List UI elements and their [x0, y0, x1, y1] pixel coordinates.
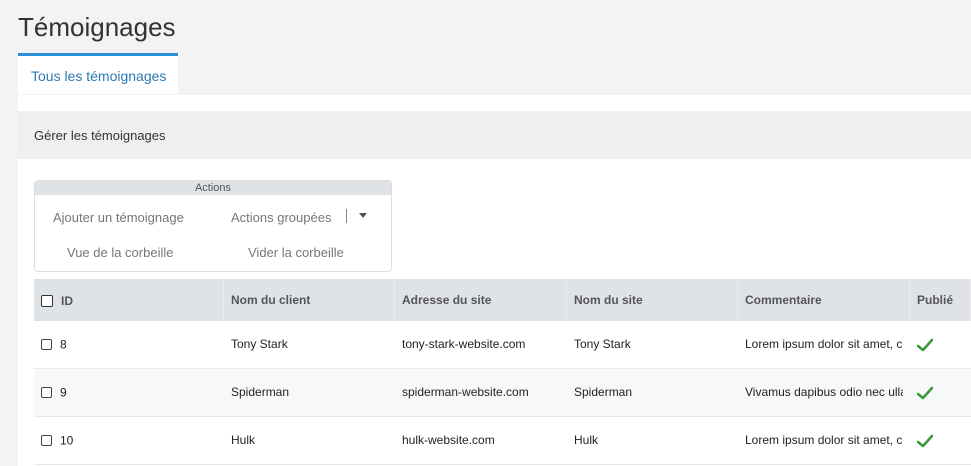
testimonials-table: ID Nom du client Adresse du site Nom du …	[34, 279, 971, 465]
comment-cell: Lorem ipsum dolor sit amet, co	[745, 433, 903, 447]
caret-down-icon[interactable]	[359, 213, 367, 218]
main-panel: Gérer les témoignages Actions Ajouter un…	[18, 95, 971, 466]
tab-all-testimonials[interactable]: Tous les témoignages	[18, 53, 178, 94]
tab-bar: Tous les témoignages	[18, 53, 971, 96]
column-header-site-url[interactable]: Adresse du site	[395, 279, 567, 321]
row-id-cell: 9	[34, 369, 224, 416]
column-header-comment[interactable]: Commentaire	[738, 279, 910, 321]
actions-box: Actions Ajouter un témoignage Actions gr…	[34, 180, 392, 272]
row-checkbox[interactable]	[41, 387, 52, 399]
checkmark-icon[interactable]	[917, 338, 933, 352]
column-header-published[interactable]: Publié	[910, 279, 971, 321]
row-id-cell: 8	[34, 321, 224, 368]
client-name-cell[interactable]: Spiderman	[224, 369, 395, 416]
row-checkbox[interactable]	[41, 435, 52, 447]
page-title: Témoignages	[18, 12, 176, 42]
client-name-cell[interactable]: Hulk	[224, 417, 395, 464]
site-url-cell: tony-stark-website.com	[402, 337, 526, 351]
view-trash-button[interactable]: Vue de la corbeille	[67, 245, 173, 260]
row-id-cell: 10	[34, 417, 224, 464]
bulk-actions-button[interactable]: Actions groupées	[231, 210, 331, 225]
comment-cell: Vivamus dapibus odio nec ullan	[745, 385, 903, 399]
select-all-checkbox[interactable]	[41, 294, 53, 307]
panel-header-title: Gérer les témoignages	[34, 128, 166, 143]
checkmark-icon[interactable]	[917, 386, 933, 400]
column-header-client[interactable]: Nom du client	[224, 279, 395, 321]
column-header-site-name[interactable]: Nom du site	[567, 279, 738, 321]
table-row[interactable]: 9 Spiderman spiderman-website.com Spider…	[34, 369, 971, 417]
comment-cell: Lorem ipsum dolor sit amet, co	[745, 337, 903, 351]
site-name-cell: Tony Stark	[574, 337, 631, 351]
column-header-id[interactable]: ID	[34, 279, 224, 321]
client-name-cell[interactable]: Tony Stark	[224, 321, 395, 368]
empty-trash-button[interactable]: Vider la corbeille	[248, 245, 344, 260]
published-cell	[910, 321, 971, 368]
table-row[interactable]: 8 Tony Stark tony-stark-website.com Tony…	[34, 321, 971, 369]
bulk-actions-separator	[346, 209, 347, 223]
actions-title: Actions	[35, 181, 391, 195]
site-name-cell: Spiderman	[574, 385, 633, 399]
published-cell	[910, 369, 971, 416]
site-url-cell: spiderman-website.com	[402, 385, 529, 399]
add-testimonial-button[interactable]: Ajouter un témoignage	[53, 210, 184, 225]
table-row[interactable]: 10 Hulk hulk-website.com Hulk Lorem ipsu…	[34, 417, 971, 465]
checkmark-icon[interactable]	[917, 434, 933, 448]
table-header: ID Nom du client Adresse du site Nom du …	[34, 279, 971, 321]
site-name-cell: Hulk	[574, 433, 599, 447]
site-url-cell: hulk-website.com	[402, 433, 495, 447]
panel-header: Gérer les témoignages	[18, 111, 971, 159]
row-checkbox[interactable]	[41, 339, 52, 351]
published-cell	[910, 417, 971, 464]
